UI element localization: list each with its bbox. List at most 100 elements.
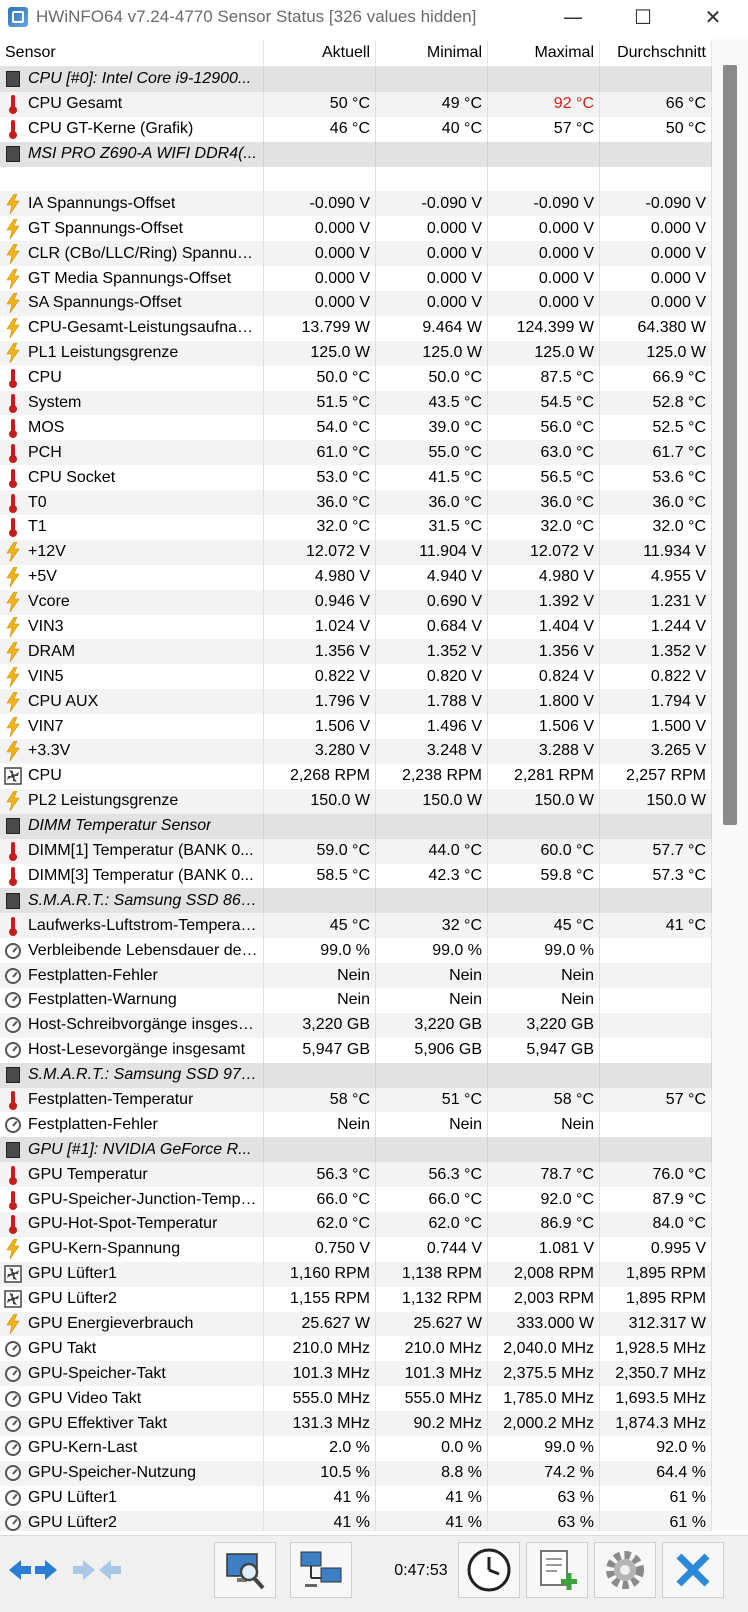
sensor-row[interactable]: +12V 12.072 V 11.904 V 12.072 V 11.934 V: [0, 539, 712, 565]
sensor-row[interactable]: CPU Gesamt 50 °C 49 °C 92 °C 66 °C: [0, 91, 712, 117]
minimum-value-cell: 9.464 W: [376, 315, 488, 341]
sensor-row[interactable]: CPU 50.0 °C 50.0 °C 87.5 °C 66.9 °C: [0, 365, 712, 391]
expand-arrows-button[interactable]: [2, 1542, 64, 1598]
sensor-row[interactable]: GPU Video Takt 555.0 MHz 555.0 MHz 1,785.0 …: [0, 1386, 712, 1412]
sensor-row[interactable]: SA Spannungs-Offset 0.000 V 0.000 V 0.000 V…: [0, 291, 712, 316]
sensor-row[interactable]: GT Spannungs-Offset 0.000 V 0.000 V 0.000 V…: [0, 216, 712, 242]
sensor-row[interactable]: Festplatten-Fehler Nein Nein Nein: [0, 1112, 712, 1138]
clock-button[interactable]: [458, 1542, 520, 1598]
sensor-row[interactable]: IA Spannungs-Offset -0.090 V -0.090 V -0.09…: [0, 191, 712, 217]
column-header-sensor[interactable]: Sensor: [0, 39, 264, 66]
average-value-cell: 36.0 °C: [600, 490, 712, 516]
sensor-row[interactable]: [0, 166, 712, 192]
search-monitor-button[interactable]: [214, 1542, 276, 1598]
sensor-row[interactable]: System 51.5 °C 43.5 °C 54.5 °C 52.8 °C: [0, 390, 712, 416]
maximum-value-cell: 1.356 V: [488, 639, 600, 665]
sensor-group-row[interactable]: GPU [#1]: NVIDIA GeForce R...: [0, 1137, 712, 1163]
sensor-row[interactable]: Festplatten-Fehler Nein Nein Nein: [0, 963, 712, 988]
column-header-current[interactable]: Aktuell: [264, 39, 376, 66]
column-header-minimum[interactable]: Minimal: [376, 39, 488, 66]
sensor-row[interactable]: MOS 54.0 °C 39.0 °C 56.0 °C 52.5 °C: [0, 415, 712, 441]
sensor-row[interactable]: GPU Effektiver Takt 131.3 MHz 90.2 MHz 2,00…: [0, 1411, 712, 1436]
sensor-row[interactable]: Laufwerks-Luftstrom-Temperatur 45 °C 32 °C…: [0, 913, 712, 939]
sensor-row[interactable]: GPU Lüfter2 1,155 RPM 1,132 RPM 2,003 RPM 1,…: [0, 1286, 712, 1312]
sensor-row[interactable]: PL1 Leistungsgrenze 125.0 W 125.0 W 125.0 W…: [0, 340, 712, 366]
maximum-value-cell: 58 °C: [488, 1087, 600, 1113]
sensor-label: SA Spannungs-Offset: [28, 294, 182, 312]
sensor-row[interactable]: CPU GT-Kerne (Grafik) 46 °C 40 °C 57 °C 50 °…: [0, 116, 712, 142]
sensor-row[interactable]: Host-Lesevorgänge insgesamt 5,947 GB 5,906…: [0, 1037, 712, 1063]
sensor-group-row[interactable]: S.M.A.R.T.: Samsung SSD 860...: [0, 888, 712, 914]
add-report-button[interactable]: [526, 1542, 588, 1598]
sensor-row[interactable]: GPU-Speicher-Takt 101.3 MHz 101.3 MHz 2,375…: [0, 1361, 712, 1387]
sensor-row[interactable]: VIN7 1.506 V 1.496 V 1.506 V 1.500 V: [0, 714, 712, 740]
maximum-value-cell: Nein: [488, 987, 600, 1013]
thermometer-icon: [4, 119, 22, 140]
sensor-row[interactable]: PCH 61.0 °C 55.0 °C 63.0 °C 61.7 °C: [0, 440, 712, 466]
sensor-row[interactable]: GPU-Speicher-Nutzung 10.5 % 8.8 % 74.2 % 64.…: [0, 1460, 712, 1486]
collapse-arrows-button[interactable]: [66, 1542, 128, 1598]
sensor-row[interactable]: CLR (CBo/LLC/Ring) Spannung... 0.000 V 0.0…: [0, 241, 712, 267]
sensor-row[interactable]: Vcore 0.946 V 0.690 V 1.392 V 1.231 V: [0, 589, 712, 615]
close-sensors-button[interactable]: [662, 1542, 724, 1598]
sensor-row[interactable]: CPU-Gesamt-Leistungsaufnahme 13.799 W 9.46…: [0, 315, 712, 341]
sensor-row[interactable]: Festplatten-Warnung Nein Nein Nein: [0, 987, 712, 1013]
thermometer-icon: [4, 94, 22, 115]
sensor-row[interactable]: +5V 4.980 V 4.940 V 4.980 V 4.955 V: [0, 564, 712, 590]
sensor-name-cell: VIN7: [0, 714, 264, 740]
sensor-group-row[interactable]: CPU [#0]: Intel Core i9-12900...: [0, 67, 712, 92]
sensor-row[interactable]: DRAM 1.356 V 1.352 V 1.356 V 1.352 V: [0, 639, 712, 665]
sensor-row[interactable]: CPU Socket 53.0 °C 41.5 °C 56.5 °C 53.6 °C: [0, 465, 712, 491]
sensor-row[interactable]: VIN3 1.024 V 0.684 V 1.404 V 1.244 V: [0, 614, 712, 640]
sensor-row[interactable]: DIMM[1] Temperatur (BANK 0... 59.0 °C 44.0…: [0, 838, 712, 864]
column-header-maximum[interactable]: Maximal: [488, 39, 600, 66]
settings-button[interactable]: [594, 1542, 656, 1598]
sensor-row[interactable]: GPU Lüfter1 1,160 RPM 1,138 RPM 2,008 RPM 1,…: [0, 1261, 712, 1287]
current-value-cell: 66.0 °C: [264, 1187, 376, 1212]
current-value-cell: 46 °C: [264, 116, 376, 142]
sensor-row[interactable]: PL2 Leistungsgrenze 150.0 W 150.0 W 150.0 W…: [0, 788, 712, 814]
sensor-row[interactable]: Verbleibende Lebensdauer der ... 99.0 % 99…: [0, 938, 712, 964]
column-header-average[interactable]: Durchschnitt: [600, 39, 712, 66]
sensor-row[interactable]: GPU Temperatur 56.3 °C 56.3 °C 78.7 °C 76.0 …: [0, 1162, 712, 1188]
maximize-button[interactable]: ☐: [608, 0, 678, 34]
maximum-value-cell: 63 %: [488, 1510, 600, 1531]
sensor-row[interactable]: Host-Schreibvorgänge insgesamt 3,220 GB 3,…: [0, 1012, 712, 1038]
sensor-group-row[interactable]: MSI PRO Z690-A WIFI DDR4(...: [0, 141, 712, 167]
network-button[interactable]: [290, 1542, 352, 1598]
thermometer-icon: [4, 1190, 22, 1210]
sensor-row[interactable]: GPU-Hot-Spot-Temperatur 62.0 °C 62.0 °C 86.…: [0, 1211, 712, 1237]
average-value-cell: 61 %: [600, 1485, 712, 1511]
sensor-row[interactable]: CPU 2,268 RPM 2,238 RPM 2,281 RPM 2,257 RPM: [0, 763, 712, 789]
minimum-value-cell: 25.627 W: [376, 1311, 488, 1337]
sensor-row[interactable]: GPU-Kern-Last 2.0 % 0.0 % 99.0 % 92.0 %: [0, 1435, 712, 1461]
sensor-group-row[interactable]: DIMM Temperatur Sensor: [0, 813, 712, 839]
sensor-row[interactable]: GPU Energieverbrauch 25.627 W 25.627 W 333.…: [0, 1311, 712, 1337]
sensor-row[interactable]: T0 36.0 °C 36.0 °C 36.0 °C 36.0 °C: [0, 490, 712, 516]
minimize-button[interactable]: —: [538, 0, 608, 34]
sensor-group-row[interactable]: S.M.A.R.T.: Samsung SSD 970...: [0, 1062, 712, 1088]
sensor-row[interactable]: +3.3V 3.280 V 3.248 V 3.288 V 3.265 V: [0, 739, 712, 764]
close-button[interactable]: ✕: [678, 0, 748, 34]
minimum-value-cell: 125.0 W: [376, 340, 488, 366]
sensor-row[interactable]: GPU-Speicher-Junction-Tempe... 66.0 °C 66.…: [0, 1187, 712, 1212]
current-value-cell: 12.072 V: [264, 539, 376, 565]
sensor-row[interactable]: GT Media Spannungs-Offset 0.000 V 0.000 V0…: [0, 266, 712, 292]
sensor-row[interactable]: T1 32.0 °C 31.5 °C 32.0 °C 32.0 °C: [0, 515, 712, 540]
sensor-label: T1: [28, 518, 47, 536]
scrollbar-thumb[interactable]: [723, 65, 737, 825]
sensor-row[interactable]: GPU Lüfter2 41 % 41 % 63 % 61 %: [0, 1510, 712, 1531]
sensor-row[interactable]: DIMM[3] Temperatur (BANK 0... 58.5 °C 42.3…: [0, 863, 712, 889]
sensor-row[interactable]: GPU-Kern-Spannung 0.750 V 0.744 V 1.081 V 0.…: [0, 1236, 712, 1262]
current-value-cell: 45 °C: [264, 913, 376, 939]
sensor-name-cell: CPU: [0, 365, 264, 391]
vertical-scrollbar[interactable]: [712, 39, 748, 1531]
sensor-label: Verbleibende Lebensdauer der ...: [28, 941, 258, 959]
lightning-icon: [4, 1313, 22, 1335]
sensor-row[interactable]: CPU AUX 1.796 V 1.788 V 1.800 V 1.794 V: [0, 689, 712, 715]
sensor-row[interactable]: GPU Lüfter1 41 % 41 % 63 % 61 %: [0, 1485, 712, 1511]
sensor-row[interactable]: Festplatten-Temperatur 58 °C 51 °C 58 °C 57 …: [0, 1087, 712, 1113]
sensor-row[interactable]: GPU Takt 210.0 MHz 210.0 MHz 2,040.0 MHz 1,9…: [0, 1336, 712, 1362]
sensor-row[interactable]: VIN5 0.822 V 0.820 V 0.824 V 0.822 V: [0, 664, 712, 690]
average-value-cell: 0.822 V: [600, 664, 712, 690]
